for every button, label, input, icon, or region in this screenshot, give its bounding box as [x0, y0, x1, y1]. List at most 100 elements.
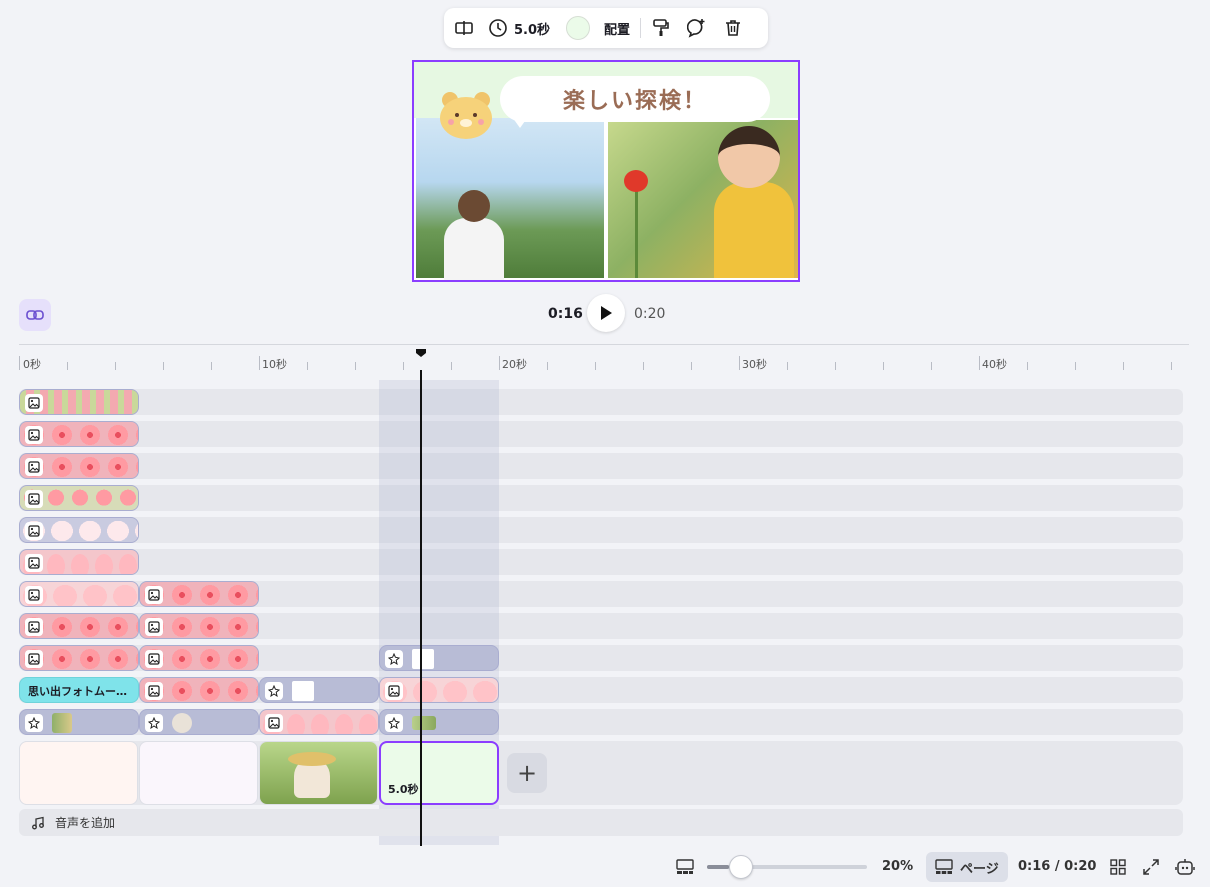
- page-thumbnail[interactable]: [259, 741, 378, 805]
- arrange-label: 配置: [604, 22, 631, 38]
- ruler-tick: [739, 356, 740, 370]
- add-comment-button[interactable]: [687, 12, 707, 44]
- background-color-button[interactable]: [566, 12, 591, 44]
- ruler-tick: [115, 362, 116, 370]
- timeline-clip[interactable]: [259, 677, 379, 703]
- add-page-button[interactable]: +: [507, 753, 547, 793]
- sparkle-shape-icon: [25, 714, 43, 732]
- playhead-handle[interactable]: [415, 348, 427, 358]
- timeline-clip[interactable]: [19, 485, 139, 511]
- image-icon: [145, 650, 163, 668]
- play-button[interactable]: [587, 294, 625, 332]
- bear-icon: [440, 92, 492, 139]
- timeline-clip[interactable]: [259, 709, 379, 735]
- timeline-track: [19, 389, 1183, 415]
- text-clip[interactable]: 思い出フォトムー…: [19, 677, 139, 703]
- child-figure: [714, 126, 794, 278]
- ruler-tick: [547, 362, 548, 370]
- split-icon: [455, 21, 473, 35]
- timeline-clip[interactable]: [139, 613, 259, 639]
- delete-button[interactable]: [723, 12, 743, 44]
- copy-style-button[interactable]: [651, 12, 671, 44]
- add-audio-label: 音声を追加: [55, 816, 116, 830]
- page-view-label: ページ: [960, 861, 999, 877]
- time-ratio: 0:16 / 0:20: [1018, 859, 1097, 874]
- timeline-clip[interactable]: [379, 677, 499, 703]
- page-thumbnail-selected[interactable]: 5.0秒: [379, 741, 499, 805]
- child-figure: [444, 190, 504, 280]
- white-box-thumb: [292, 681, 314, 701]
- timeline-clip[interactable]: [19, 389, 139, 415]
- page-view-toggle[interactable]: ページ: [926, 852, 1008, 882]
- arrange-button[interactable]: 配置: [604, 12, 630, 44]
- white-box-thumb: [412, 649, 434, 669]
- red-flower: [624, 170, 648, 192]
- ruler-tick: [1123, 362, 1124, 370]
- ruler-tick: [643, 362, 644, 370]
- zoom-slider-handle[interactable]: [729, 855, 753, 879]
- assistant-bot-icon[interactable]: [1174, 856, 1196, 878]
- page-thumbnail[interactable]: [139, 741, 258, 805]
- timeline-clip[interactable]: [379, 709, 499, 735]
- timeline-clip[interactable]: [379, 645, 499, 671]
- timeline-clip[interactable]: [19, 645, 139, 671]
- duration-button[interactable]: 5.0秒: [488, 12, 550, 44]
- comment-add-icon: [687, 19, 705, 38]
- timeline-clip[interactable]: [19, 581, 139, 607]
- timeline-track: [19, 549, 1183, 575]
- flower-stem: [635, 190, 638, 278]
- split-button[interactable]: [454, 12, 474, 44]
- timeline-clip[interactable]: [19, 549, 139, 575]
- timeline-view-icon[interactable]: [674, 856, 696, 878]
- ruler-tick: [1075, 362, 1076, 370]
- image-icon: [25, 522, 43, 540]
- timeline-clip[interactable]: [139, 581, 259, 607]
- paint-roller-icon: [653, 19, 669, 36]
- timeline-track: [19, 485, 1183, 511]
- photo-thumb: [52, 713, 72, 733]
- timeline-clip[interactable]: [139, 645, 259, 671]
- timeline-track: [19, 517, 1183, 543]
- toolbar-divider: [640, 18, 642, 38]
- photo-binoculars[interactable]: [416, 118, 604, 280]
- timeline-clip[interactable]: [19, 453, 139, 479]
- timeline-ruler[interactable]: 0秒 10秒 20秒 30秒 40秒: [19, 352, 1189, 372]
- ruler-tick: [259, 356, 260, 370]
- page-thumbnail[interactable]: [19, 741, 138, 805]
- timeline-clip[interactable]: [139, 677, 259, 703]
- image-icon: [25, 650, 43, 668]
- timeline-clip[interactable]: [19, 421, 139, 447]
- ruler-label: 10秒: [262, 358, 287, 371]
- link-pages-button[interactable]: [19, 299, 51, 331]
- ruler-tick: [691, 362, 692, 370]
- timeline-clip[interactable]: [19, 709, 139, 735]
- play-icon: [601, 306, 612, 320]
- design-preview[interactable]: 楽しい探検！: [412, 60, 800, 282]
- timeline-clip[interactable]: [19, 517, 139, 543]
- duration-label: 5.0秒: [514, 22, 551, 38]
- photo-thumb: [172, 713, 192, 733]
- playhead[interactable]: [420, 370, 422, 846]
- ruler-tick: [451, 362, 452, 370]
- speech-bubble[interactable]: 楽しい探検！: [500, 76, 770, 122]
- zoom-percent: 20%: [882, 859, 914, 874]
- ruler-tick: [787, 362, 788, 370]
- add-audio-button[interactable]: 音声を追加: [19, 809, 1183, 836]
- clock-icon: [489, 19, 507, 37]
- ruler-tick: [211, 362, 212, 370]
- image-icon: [25, 586, 43, 604]
- ruler-label: 20秒: [502, 358, 527, 371]
- fullscreen-icon[interactable]: [1140, 856, 1162, 878]
- timeline-clip[interactable]: [19, 613, 139, 639]
- hat-shape: [288, 752, 336, 766]
- ruler-tick: [595, 362, 596, 370]
- image-icon: [145, 682, 163, 700]
- image-icon: [25, 458, 43, 476]
- timeline-clip[interactable]: [139, 709, 259, 735]
- image-icon: [25, 554, 43, 572]
- ruler-label: 40秒: [982, 358, 1007, 371]
- grid-view-icon[interactable]: [1107, 856, 1129, 878]
- speech-bubble-tail: [510, 114, 530, 128]
- ruler-tick: [307, 362, 308, 370]
- ruler-tick: [355, 362, 356, 370]
